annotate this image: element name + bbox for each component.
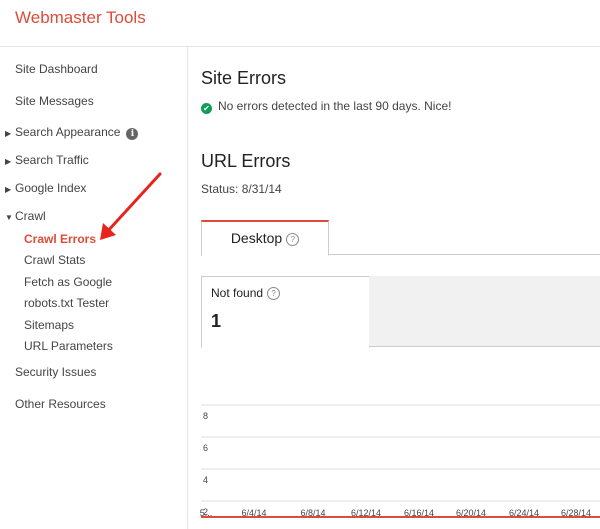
metric-not-found[interactable]: Not found? 1: [201, 276, 370, 348]
caret-down-icon: ▼: [5, 213, 13, 222]
x-tick-label: 6/4/14: [241, 508, 266, 518]
help-icon[interactable]: ?: [286, 233, 300, 246]
site-errors-message: No errors detected in the last 90 days. …: [218, 99, 452, 113]
site-errors-status: ✔ No errors detected in the last 90 days.…: [201, 99, 451, 114]
tab-desktop[interactable]: Desktop?: [201, 220, 329, 256]
tab-bar: Desktop?: [201, 220, 600, 256]
main-content: Site Errors ✔ No errors detected in the l…: [188, 47, 600, 529]
sidebar-subitem-sitemaps[interactable]: Sitemaps: [24, 318, 74, 332]
caret-right-icon: ▶: [5, 129, 12, 138]
url-errors-chart: 86425... 6/4/14 6/8/14 6/12/14 6/16/14 6/20/1…: [200, 404, 600, 518]
metric-value: 1: [211, 311, 222, 331]
sidebar-item-search-appearance[interactable]: ▶ Search Appearance i: [5, 125, 139, 140]
check-icon: ✔: [201, 103, 212, 114]
sidebar-item-label: Search Appearance: [15, 125, 121, 139]
sidebar-subitem-fetch-as-google[interactable]: Fetch as Google: [24, 275, 112, 289]
metric-label-text: Not found: [211, 286, 264, 300]
sidebar-item-crawl[interactable]: ▼ Crawl: [5, 209, 46, 223]
x-tick-label: 6/24/14: [509, 508, 539, 518]
tab-label: Desktop: [230, 230, 283, 246]
y-tick-label: 4: [203, 475, 208, 485]
sidebar-item-other-resources[interactable]: Other Resources: [15, 397, 106, 411]
url-errors-title: URL Errors: [201, 151, 291, 171]
header: Webmaster Tools: [0, 0, 600, 47]
x-tick-label: 6/12/14: [351, 508, 381, 518]
site-errors-title: Site Errors: [201, 68, 287, 88]
sidebar-item-site-messages[interactable]: Site Messages: [15, 94, 94, 108]
sidebar-subitem-crawl-errors[interactable]: Crawl Errors: [24, 232, 96, 246]
x-tick-label: 6/16/14: [404, 508, 434, 518]
sidebar-item-label: Google Index: [15, 181, 87, 195]
sidebar-item-google-index[interactable]: ▶ Google Index: [5, 181, 87, 195]
sidebar-item-site-dashboard[interactable]: Site Dashboard: [15, 62, 98, 76]
sidebar-item-label: Search Traffic: [15, 153, 89, 167]
caret-right-icon: ▶: [5, 185, 12, 194]
y-tick-label: 6: [203, 443, 208, 453]
metric-placeholder: [369, 276, 600, 347]
x-tick-label: 6/8/14: [300, 508, 325, 518]
sidebar: Site Dashboard Site Messages ▶ Search App…: [0, 47, 188, 529]
x-tick-label: 6/28/14: [561, 508, 591, 518]
info-icon[interactable]: i: [126, 128, 139, 140]
x-tick-label: 6/20/14: [456, 508, 486, 518]
metric-label: Not found?: [211, 286, 281, 300]
url-errors-status: Status: 8/31/14: [201, 182, 282, 196]
help-icon[interactable]: ?: [267, 287, 281, 300]
sidebar-item-search-traffic[interactable]: ▶ Search Traffic: [5, 153, 89, 167]
sidebar-item-label: Crawl: [15, 209, 46, 223]
sidebar-item-security-issues[interactable]: Security Issues: [15, 365, 96, 379]
sidebar-subitem-url-parameters[interactable]: URL Parameters: [24, 339, 113, 353]
y-tick-label: 8: [203, 411, 208, 421]
app-title[interactable]: Webmaster Tools: [15, 8, 146, 28]
sidebar-subitem-robots-tester[interactable]: robots.txt Tester: [24, 296, 109, 310]
caret-right-icon: ▶: [5, 157, 12, 166]
sidebar-subitem-crawl-stats[interactable]: Crawl Stats: [24, 253, 85, 267]
x-tick-label: 5...: [200, 508, 213, 518]
